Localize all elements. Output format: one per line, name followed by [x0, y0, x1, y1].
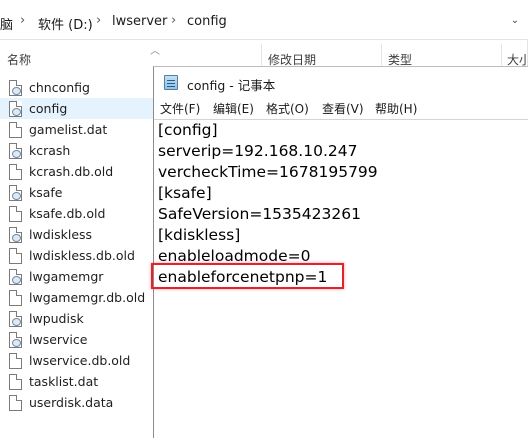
file-name: lwservice	[29, 332, 88, 347]
file-row[interactable]: chnconfig	[0, 77, 160, 98]
red-highlight-box	[151, 263, 344, 289]
breadcrumb-separator-icon: ›	[20, 13, 26, 28]
breadcrumb-drive-d[interactable]: 软件 (D:)	[38, 14, 93, 33]
file-row[interactable]: lwdiskless.db.old	[0, 245, 160, 266]
file-row[interactable]: lwgamemgr.db.old	[0, 287, 160, 308]
file-icon	[9, 353, 22, 369]
address-bar[interactable]: 脑 › 软件 (D:) › lwserver › config ⌄	[0, 0, 528, 40]
config-file-icon	[9, 80, 22, 96]
file-name: ksafe.db.old	[29, 206, 106, 221]
menu-edit[interactable]: 编辑(E)	[213, 100, 254, 117]
file-name: lwservice.db.old	[29, 353, 131, 368]
config-file-icon	[9, 101, 22, 117]
notepad-menubar: 文件(F) 编辑(E) 格式(O) 查看(V) 帮助(H)	[154, 97, 528, 119]
file-name: chnconfig	[29, 80, 90, 95]
file-name: kcrash.db.old	[29, 164, 114, 179]
address-dropdown-icon[interactable]: ⌄	[506, 10, 524, 32]
file-row[interactable]: userdisk.data	[0, 392, 160, 413]
menu-help[interactable]: 帮助(H)	[375, 100, 417, 117]
breadcrumb-lwserver[interactable]: lwserver	[112, 14, 167, 29]
notepad-window[interactable]: config - 记事本 文件(F) 编辑(E) 格式(O) 查看(V) 帮助(…	[153, 66, 528, 438]
file-name: lwgamemgr.db.old	[29, 290, 146, 305]
file-name: lwdiskless.db.old	[29, 248, 135, 263]
sort-chevron-icon: ︿	[150, 46, 160, 57]
file-name: lwgamemgr	[29, 269, 104, 284]
file-name: gamelist.dat	[29, 122, 108, 137]
file-icon	[9, 206, 22, 222]
file-icon	[9, 122, 22, 138]
file-row[interactable]: gamelist.dat	[0, 119, 160, 140]
file-name: tasklist.dat	[29, 374, 99, 389]
text-line: serverip=192.168.10.247	[158, 142, 358, 160]
file-row[interactable]: lwpudisk	[0, 308, 160, 329]
file-icon	[9, 248, 22, 264]
file-name: kcrash	[29, 143, 71, 158]
menu-view[interactable]: 查看(V)	[322, 100, 364, 117]
column-name[interactable]: 名称	[7, 51, 31, 68]
text-line: [kdiskless]	[158, 226, 241, 244]
file-name: ksafe	[29, 185, 63, 200]
file-icon	[9, 395, 22, 411]
file-row[interactable]: ksafe.db.old	[0, 203, 160, 224]
file-row[interactable]: kcrash.db.old	[0, 161, 160, 182]
config-file-icon	[9, 332, 22, 348]
breadcrumb-separator-icon: ›	[171, 13, 177, 28]
breadcrumb-separator-icon: ›	[96, 13, 102, 28]
menu-format[interactable]: 格式(O)	[266, 100, 309, 117]
notepad-app-icon	[164, 75, 178, 90]
text-line: vercheckTime=1678195799	[158, 163, 378, 181]
notepad-title: config - 记事本	[187, 78, 276, 93]
breadcrumb-this-pc[interactable]: 脑	[0, 14, 13, 33]
file-list: chnconfig config gamelist.dat kcrash kcrash.…	[0, 74, 160, 438]
file-name: config	[29, 101, 68, 116]
menu-file[interactable]: 文件(F)	[160, 100, 200, 117]
file-row[interactable]: lwgamemgr	[0, 266, 160, 287]
file-row[interactable]: tasklist.dat	[0, 371, 160, 392]
config-file-icon	[9, 227, 22, 243]
config-file-icon	[9, 269, 22, 285]
file-row[interactable]: lwservice.db.old	[0, 350, 160, 371]
file-icon	[9, 374, 22, 390]
config-file-icon	[9, 185, 22, 201]
file-row[interactable]: lwdiskless	[0, 224, 160, 245]
file-name: lwdiskless	[29, 227, 93, 242]
file-row[interactable]: config	[0, 98, 160, 119]
config-file-icon	[9, 143, 22, 159]
text-line: SafeVersion=1535423261	[158, 205, 361, 223]
file-icon	[9, 290, 22, 306]
file-row[interactable]: ksafe	[0, 182, 160, 203]
file-row[interactable]: lwservice	[0, 329, 160, 350]
text-line: [ksafe]	[158, 184, 212, 202]
file-name: userdisk.data	[29, 395, 114, 410]
text-line: [config]	[158, 121, 218, 139]
file-row[interactable]: kcrash	[0, 140, 160, 161]
breadcrumb-config[interactable]: config	[187, 14, 227, 29]
config-file-icon	[9, 311, 22, 327]
file-icon	[9, 164, 22, 180]
notepad-titlebar[interactable]: config - 记事本	[154, 67, 528, 97]
file-name: lwpudisk	[29, 311, 84, 326]
